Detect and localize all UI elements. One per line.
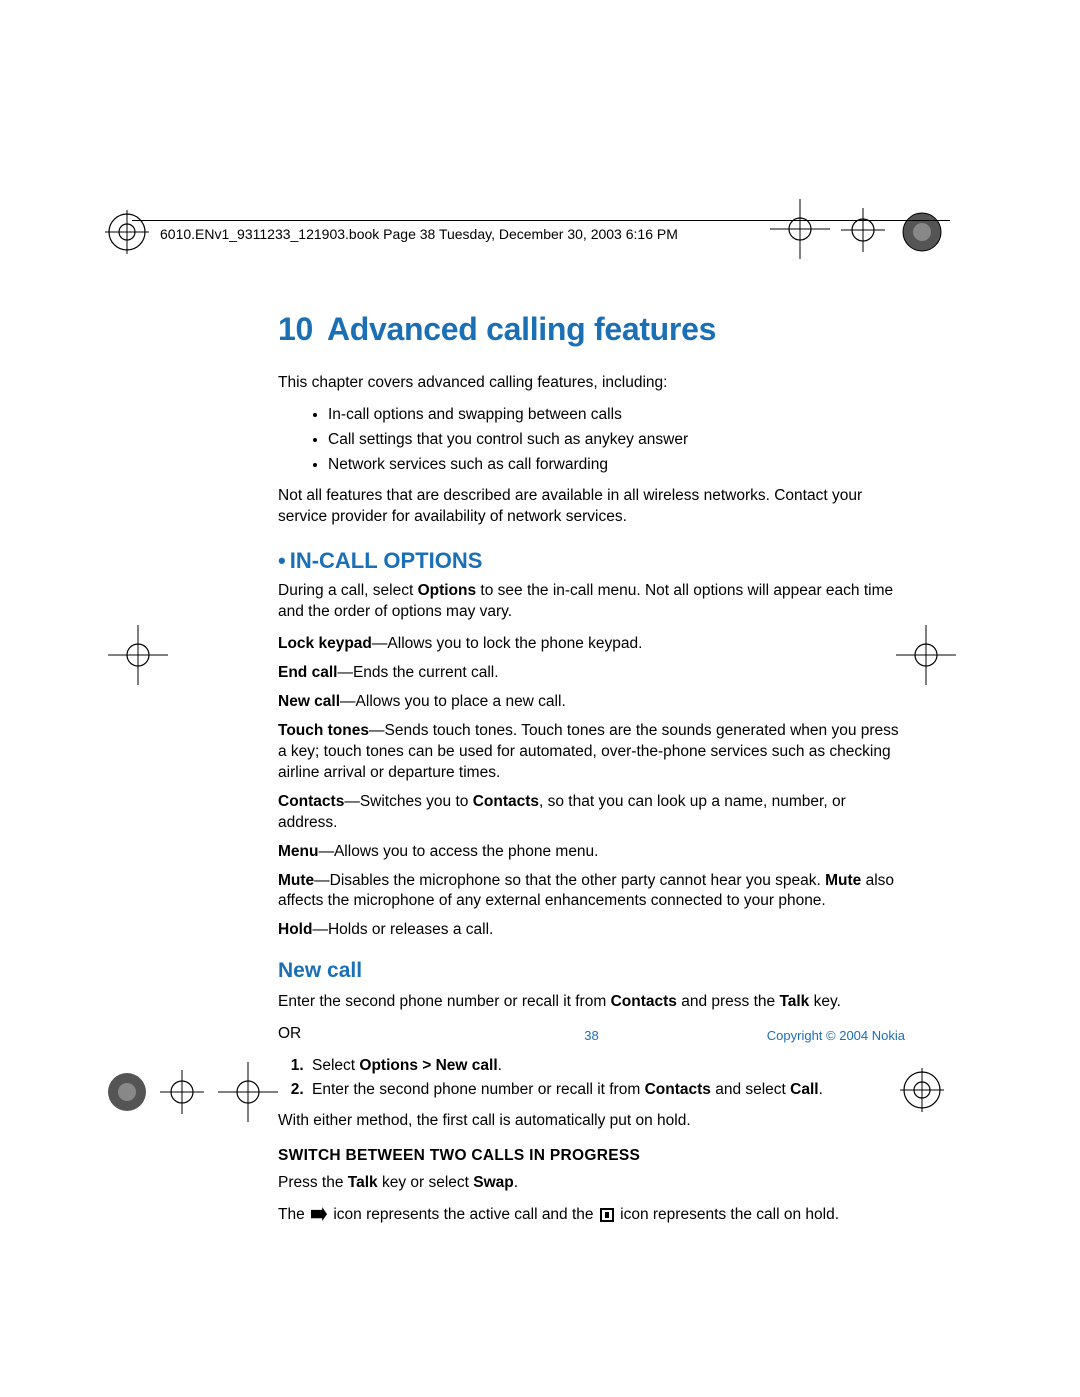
def-mute: Mute—Disables the microphone so that the… [278,871,905,913]
section-incall-options: •IN-CALL OPTIONS [278,546,905,576]
page-number: 38 [584,1028,598,1043]
intro-lead: This chapter covers advanced calling fea… [278,373,905,394]
intro-note: Not all features that are described are … [278,486,905,528]
page-content: 10Advanced calling features This chapter… [0,0,1080,1226]
switch-p1: Press the Talk key or select Swap. [278,1173,905,1194]
list-item: In-call options and swapping between cal… [328,405,905,426]
list-item: Network services such as call forwarding [328,455,905,476]
def-end-call: End call—Ends the current call. [278,663,905,684]
def-lock-keypad: Lock keypad—Allows you to lock the phone… [278,634,905,655]
newcall-p2: With either method, the first call is au… [278,1111,905,1132]
active-call-icon [311,1207,327,1221]
chapter-title: 10Advanced calling features [278,308,905,351]
subsection-switch-calls: SWITCH BETWEEN TWO CALLS IN PROGRESS [278,1146,905,1167]
def-new-call: New call—Allows you to place a new call. [278,692,905,713]
copyright-text: Copyright © 2004 Nokia [767,1028,905,1043]
list-item: Enter the second phone number or recall … [308,1080,905,1101]
hold-call-icon [600,1208,614,1222]
newcall-steps: Select Options > New call. Enter the sec… [278,1056,905,1102]
list-item: Call settings that you control such as a… [328,430,905,451]
newcall-p1: Enter the second phone number or recall … [278,992,905,1013]
def-touch-tones: Touch tones—Sends touch tones. Touch ton… [278,721,905,784]
subsection-new-call: New call [278,957,905,985]
def-hold: Hold—Holds or releases a call. [278,920,905,941]
def-menu: Menu—Allows you to access the phone menu… [278,842,905,863]
def-contacts: Contacts—Switches you to Contacts, so th… [278,792,905,834]
switch-p2: The icon represents the active call and … [278,1205,905,1226]
list-item: Select Options > New call. [308,1056,905,1077]
running-header: 6010.ENv1_9311233_121903.book Page 38 Tu… [160,226,678,242]
intro-bullets: In-call options and swapping between cal… [278,405,905,476]
incall-intro: During a call, select Options to see the… [278,581,905,623]
